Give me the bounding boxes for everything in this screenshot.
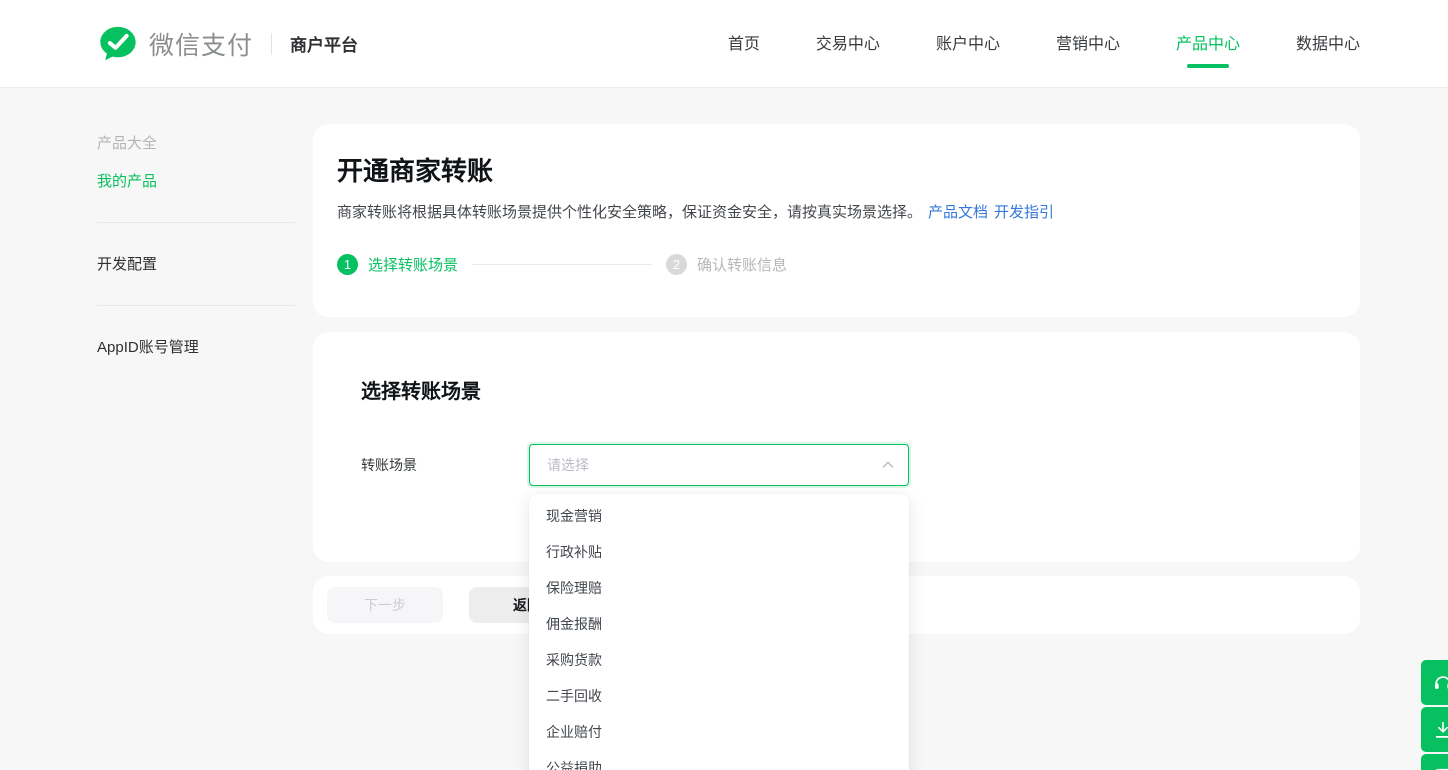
sidebar: 产品大全 我的产品 开发配置 AppID账号管理 [97,124,313,634]
description-text: 商家转账将根据具体转账场景提供个性化安全策略，保证资金安全，请按真实场景选择。 [337,204,922,221]
sidebar-item-dev-config[interactable]: 开发配置 [97,245,313,283]
dropdown-option-admin-subsidy[interactable]: 行政补贴 [529,534,909,570]
sidebar-separator [97,305,295,306]
chevron-up-icon [882,461,894,469]
step-2: 2 确认转账信息 [666,254,787,275]
scene-select[interactable]: 请选择 [529,444,909,486]
nav-item-data[interactable]: 数据中心 [1296,20,1360,68]
scene-card-heading: 选择转账场景 [361,378,1312,406]
brand-divider [271,33,272,55]
dropdown-option-procurement[interactable]: 采购货款 [529,642,909,678]
content-area: 产品大全 我的产品 开发配置 AppID账号管理 开通商家转账 商家转账将根据具… [0,88,1448,634]
brand-name: 微信支付 [149,26,253,62]
scene-select-wrap: 请选择 现金营销 行政补贴 保险理赔 佣金报酬 采购货款 二手回收 [529,444,909,486]
dropdown-option-secondhand-recycle[interactable]: 二手回收 [529,678,909,714]
scene-dropdown-menu: 现金营销 行政补贴 保险理赔 佣金报酬 采购货款 二手回收 企业赔付 公益捐助 [529,494,909,770]
sidebar-item-all-products[interactable]: 产品大全 [97,124,313,162]
sidebar-item-my-products[interactable]: 我的产品 [97,162,313,200]
customer-service-button[interactable] [1421,660,1448,705]
scene-field-label: 转账场景 [361,455,529,475]
dev-guide-link[interactable]: 开发指引 [994,204,1054,221]
nav-item-transactions[interactable]: 交易中心 [816,20,880,68]
step-1-label: 选择转账场景 [368,254,458,275]
step-indicator: 1 选择转账场景 2 确认转账信息 [337,254,1336,275]
step-1: 1 选择转账场景 [337,254,458,275]
dropdown-option-insurance-claim[interactable]: 保险理赔 [529,570,909,606]
floating-button-stack [1421,660,1448,770]
page-title: 开通商家转账 [337,154,1336,188]
headset-icon [1432,672,1448,694]
step-2-label: 确认转账信息 [697,254,787,275]
main-panel: 开通商家转账 商家转账将根据具体转账场景提供个性化安全策略，保证资金安全，请按真… [313,124,1360,634]
sidebar-item-appid-management[interactable]: AppID账号管理 [97,328,313,366]
dropdown-option-cash-marketing[interactable]: 现金营销 [529,498,909,534]
dropdown-option-commission[interactable]: 佣金报酬 [529,606,909,642]
sidebar-separator [97,222,295,223]
brand: 微信支付 商户平台 [97,23,358,65]
dropdown-option-charity-donation[interactable]: 公益捐助 [529,750,909,770]
nav-item-marketing[interactable]: 营销中心 [1056,20,1120,68]
feedback-icon [1432,766,1448,770]
nav-item-account[interactable]: 账户中心 [936,20,1000,68]
scene-select-placeholder: 请选择 [547,455,882,475]
dropdown-option-enterprise-compensation[interactable]: 企业赔付 [529,714,909,750]
download-icon [1432,719,1448,741]
page: 微信支付 商户平台 首页 交易中心 账户中心 营销中心 产品中心 数据中心 产品… [0,0,1448,770]
step-connector-line [472,264,652,265]
top-header: 微信支付 商户平台 首页 交易中心 账户中心 营销中心 产品中心 数据中心 [0,0,1448,88]
nav-item-products[interactable]: 产品中心 [1176,20,1240,68]
download-button[interactable] [1421,707,1448,752]
wechat-pay-logo-icon [97,23,139,65]
main-nav: 首页 交易中心 账户中心 营销中心 产品中心 数据中心 [728,20,1360,68]
intro-card: 开通商家转账 商家转账将根据具体转账场景提供个性化安全策略，保证资金安全，请按真… [313,124,1360,317]
platform-name: 商户平台 [290,31,358,56]
scene-card: 选择转账场景 转账场景 请选择 现金营销 行政补贴 保险 [313,332,1360,562]
page-description: 商家转账将根据具体转账场景提供个性化安全策略，保证资金安全，请按真实场景选择。产… [337,202,1336,224]
feedback-button[interactable] [1421,754,1448,770]
step-2-circle: 2 [666,254,687,275]
product-docs-link[interactable]: 产品文档 [928,204,988,221]
scene-form-row: 转账场景 请选择 现金营销 行政补贴 保险理赔 佣金报酬 [361,444,1312,486]
next-step-button[interactable]: 下一步 [327,587,443,623]
step-1-circle: 1 [337,254,358,275]
nav-item-home[interactable]: 首页 [728,20,760,68]
